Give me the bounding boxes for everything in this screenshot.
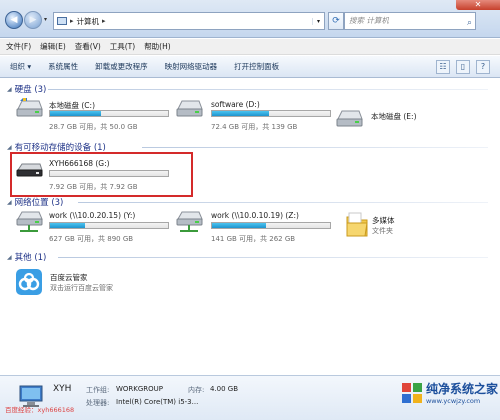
watermark-baidu: 百度经验：xyh666168 <box>5 406 75 414</box>
address-bar-area: ✕ ◀ ▶ ▾ ▸ 计算机 ▸ ▾ ⟳ 搜索 计算机 ⌕ <box>0 0 500 38</box>
menu-tools[interactable]: 工具(T) <box>110 41 135 52</box>
menu-help[interactable]: 帮助(H) <box>144 41 171 52</box>
group-divider <box>48 89 488 90</box>
organize-button[interactable]: 组织 ▾ <box>10 61 31 72</box>
address-bar[interactable]: ▸ 计算机 ▸ ▾ <box>53 12 325 30</box>
drive-z[interactable]: work (\\10.0.10.19) (Z:) 141 GB 可用，共 262… <box>175 209 335 249</box>
computer-name: XYH <box>53 384 72 394</box>
breadcrumb-separator: ▸ <box>70 17 74 25</box>
drive-y-space: 627 GB 可用，共 890 GB <box>49 235 134 243</box>
group-divider <box>58 257 488 258</box>
group-title: 其他 (1) <box>14 253 47 263</box>
cpu-value: Intel(R) Core(TM) i5-3... <box>116 398 199 406</box>
drive-c-usage-bar <box>49 110 169 117</box>
collapse-arrow-icon: ◢ <box>7 198 12 206</box>
group-header-network[interactable]: ◢ 网络位置 (3) <box>7 196 63 208</box>
system-properties-button[interactable]: 系统属性 <box>48 61 78 72</box>
drive-z-name: work (\\10.0.10.19) (Z:) <box>211 211 299 220</box>
hard-drive-icon <box>336 110 363 127</box>
folder-media-type: 文件夹 <box>372 227 393 235</box>
drive-z-usage-bar <box>211 222 331 229</box>
drive-d-usage-bar <box>211 110 331 117</box>
folder-media[interactable]: 多媒体 文件夹 <box>345 211 485 243</box>
menu-bar: 文件(F) 编辑(E) 查看(V) 工具(T) 帮助(H) <box>0 39 500 55</box>
preview-pane-icon[interactable]: ▯ <box>456 60 470 74</box>
back-button[interactable]: ◀ <box>5 11 23 29</box>
brand-name: 纯净系统之家 <box>425 382 498 396</box>
drive-y[interactable]: work (\\10.0.20.15) (Y:) 627 GB 可用，共 890… <box>15 209 175 249</box>
explorer-window: ✕ ◀ ▶ ▾ ▸ 计算机 ▸ ▾ ⟳ 搜索 计算机 ⌕ 文件(F) 编辑(E)… <box>0 0 500 420</box>
breadcrumb-computer[interactable]: 计算机 <box>77 16 100 27</box>
memory-label: 内存: <box>188 386 205 394</box>
hard-drive-icon <box>16 98 43 117</box>
folder-media-name: 多媒体 <box>372 216 395 225</box>
drive-y-name: work (\\10.0.20.15) (Y:) <box>49 211 136 220</box>
search-input[interactable]: 搜索 计算机 ⌕ <box>344 12 476 30</box>
map-network-drive-button[interactable]: 映射网络驱动器 <box>165 61 218 72</box>
network-drive-icon <box>176 211 203 232</box>
group-header-other[interactable]: ◢ 其他 (1) <box>7 251 46 263</box>
brand-watermark: 纯净系统之家 www.ycwjzy.com <box>401 380 498 405</box>
drive-d-space: 72.4 GB 可用，共 139 GB <box>211 123 298 131</box>
drive-z-space: 141 GB 可用，共 262 GB <box>211 235 296 243</box>
group-divider <box>78 202 488 203</box>
group-title: 硬盘 (3) <box>14 85 47 95</box>
drive-c-space: 28.7 GB 可用，共 50.0 GB <box>49 123 138 131</box>
drive-c[interactable]: 本地磁盘 (C:) 28.7 GB 可用，共 50.0 GB <box>15 97 175 137</box>
drive-e-name: 本地磁盘 (E:) <box>371 112 417 121</box>
search-icon: ⌕ <box>466 18 472 28</box>
menu-edit[interactable]: 编辑(E) <box>40 41 66 52</box>
recent-pages-dropdown[interactable]: ▾ <box>44 16 47 23</box>
brand-logo-icon <box>401 382 422 403</box>
group-divider <box>142 147 488 148</box>
network-drive-icon <box>16 211 43 232</box>
collapse-arrow-icon: ◢ <box>7 253 12 261</box>
drive-y-usage-bar <box>49 222 169 229</box>
cpu-label: 处理器: <box>86 399 110 407</box>
refresh-button[interactable]: ⟳ <box>328 12 344 30</box>
menu-file[interactable]: 文件(F) <box>6 41 31 52</box>
collapse-arrow-icon: ◢ <box>7 85 12 93</box>
help-icon[interactable]: ? <box>476 60 490 74</box>
drive-e[interactable]: 本地磁盘 (E:) <box>335 107 485 133</box>
baidu-cloud-icon <box>16 269 42 295</box>
hard-drive-icon <box>176 100 203 117</box>
group-header-hdd[interactable]: ◢ 硬盘 (3) <box>7 83 46 95</box>
open-control-panel-button[interactable]: 打开控制面板 <box>234 61 279 72</box>
collapse-arrow-icon: ◢ <box>7 143 12 151</box>
memory-value: 4.00 GB <box>210 385 239 393</box>
app-description: 双击运行百度云管家 <box>50 284 113 292</box>
menu-view[interactable]: 查看(V) <box>75 41 101 52</box>
content-area: ◢ 硬盘 (3) 本地磁盘 (C:) 28.7 GB 可用，共 50.0 GB … <box>0 79 500 375</box>
highlight-box <box>10 152 193 197</box>
group-title: 网络位置 (3) <box>14 198 64 208</box>
brand-url: www.ycwjzy.com <box>425 397 481 405</box>
workgroup-label: 工作组: <box>86 386 110 394</box>
search-placeholder: 搜索 计算机 <box>349 16 389 25</box>
drive-d-name: software (D:) <box>211 100 260 109</box>
computer-icon <box>57 17 67 25</box>
close-button[interactable]: ✕ <box>456 0 500 10</box>
app-name: 百度云管家 <box>50 273 88 282</box>
forward-button[interactable]: ▶ <box>24 11 42 29</box>
view-options-icon[interactable]: ☷ <box>436 60 450 74</box>
breadcrumb-separator: ▸ <box>102 17 106 25</box>
app-baidu-cloud[interactable]: 百度云管家 双击运行百度云管家 <box>15 268 175 300</box>
drive-d[interactable]: software (D:) 72.4 GB 可用，共 139 GB <box>175 97 335 137</box>
command-bar: 组织 ▾ 系统属性 卸载或更改程序 映射网络驱动器 打开控制面板 ☷ ▯ ? <box>0 56 500 78</box>
uninstall-program-button[interactable]: 卸载或更改程序 <box>95 61 148 72</box>
address-dropdown-icon[interactable]: ▾ <box>312 17 324 25</box>
folder-icon <box>346 212 368 237</box>
workgroup-value: WORKGROUP <box>116 385 164 393</box>
